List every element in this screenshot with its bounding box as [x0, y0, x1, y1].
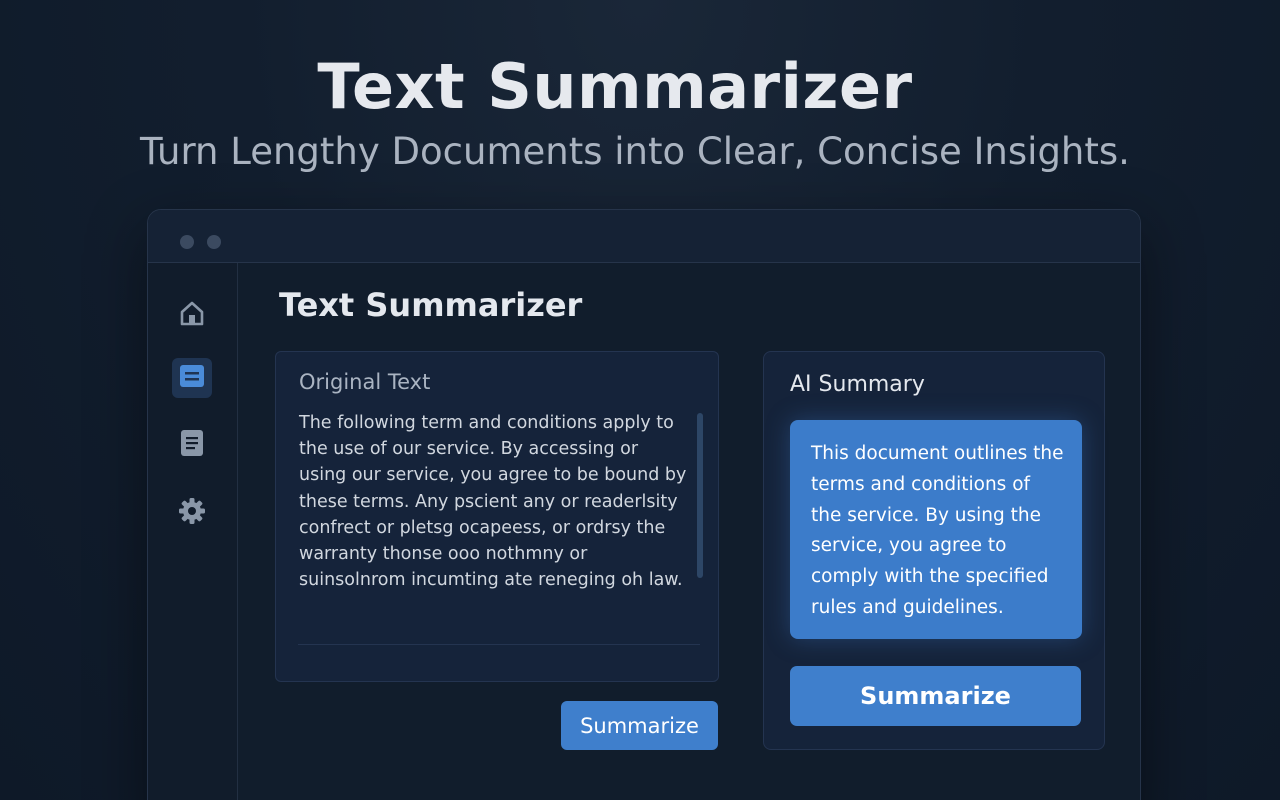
original-text-divider: [298, 644, 700, 645]
home-icon: [177, 298, 207, 332]
page-title: Text Summarizer: [279, 286, 583, 324]
summarize-button[interactable]: Summarize: [561, 701, 718, 750]
app-window: Text Summarizer Original Text The follow…: [147, 209, 1141, 800]
window-titlebar: [148, 210, 1140, 263]
sidebar: [148, 263, 238, 800]
window-close-dot[interactable]: [180, 235, 194, 249]
original-text-label: Original Text: [299, 370, 431, 394]
ai-summary-panel: AI Summary This document outlines the te…: [763, 351, 1105, 750]
hero-title: Text Summarizer: [317, 50, 913, 123]
sidebar-item-documents[interactable]: [172, 425, 212, 465]
window-minimize-dot[interactable]: [207, 235, 221, 249]
sidebar-item-home[interactable]: [172, 295, 212, 335]
hero-subtitle: Turn Lengthy Documents into Clear, Conci…: [140, 130, 1130, 173]
original-text-area[interactable]: The following term and conditions apply …: [299, 410, 689, 593]
original-text-scrollbar[interactable]: [697, 413, 703, 578]
ai-summary-text: This document outlines the terms and con…: [811, 443, 1064, 618]
document-icon: [177, 428, 207, 462]
sidebar-item-settings[interactable]: [172, 493, 212, 533]
summarize-primary-button[interactable]: Summarize: [790, 666, 1081, 726]
ai-summary-label: AI Summary: [790, 372, 925, 397]
original-text-panel: Original Text The following term and con…: [275, 351, 719, 682]
gear-icon: [177, 496, 207, 530]
ai-summary-box: This document outlines the terms and con…: [790, 420, 1082, 639]
summary-icon: [177, 361, 207, 395]
sidebar-item-summarizer[interactable]: [172, 358, 212, 398]
